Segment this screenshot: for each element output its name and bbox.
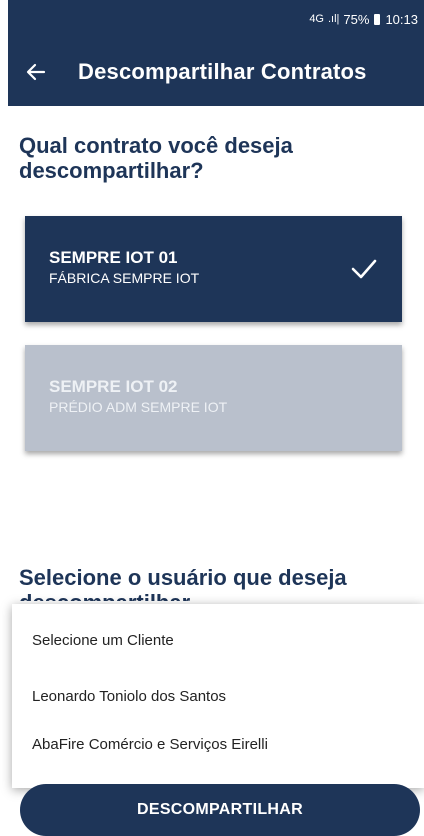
clock: 10:13 <box>385 11 418 27</box>
dropdown-option[interactable]: Leonardo Toniolo dos Santos <box>32 688 226 705</box>
page-title: Descompartilhar Contratos <box>78 59 367 84</box>
arrow-left-icon[interactable] <box>24 60 48 84</box>
contract-location: PRÉDIO ADM SEMPRE IOT <box>49 399 228 415</box>
battery-icon <box>374 13 381 25</box>
dropdown-option[interactable]: Selecione um Cliente <box>32 632 174 649</box>
contract-name: SEMPRE IOT 02 <box>49 377 178 396</box>
check-icon <box>351 259 377 279</box>
client-dropdown-menu: Selecione um Cliente Leonardo Toniolo do… <box>12 604 424 788</box>
user-select-heading: Selecione o usuário que deseja descompar… <box>19 565 347 601</box>
contract-question: Qual contrato você deseja descompartilha… <box>19 133 293 183</box>
contract-name: SEMPRE IOT 01 <box>49 248 178 267</box>
contract-card-sempre-iot-02[interactable]: SEMPRE IOT 02 PRÉDIO ADM SEMPRE IOT <box>25 345 402 451</box>
network-type: 4G <box>309 13 324 25</box>
dropdown-option[interactable]: AbaFire Comércio e Serviços Eirelli <box>32 736 268 753</box>
status-bar: 4G .ıl| 75% 10:13 <box>8 0 424 38</box>
app-bar: Descompartilhar Contratos <box>8 38 424 106</box>
unshare-button[interactable]: DESCOMPARTILHAR <box>20 784 420 836</box>
battery-level: 75% <box>343 11 370 27</box>
contract-card-sempre-iot-01[interactable]: SEMPRE IOT 01 FÁBRICA SEMPRE IOT <box>25 216 402 322</box>
contract-location: FÁBRICA SEMPRE IOT <box>49 270 200 286</box>
signal-icon: .ıl| <box>328 13 340 25</box>
